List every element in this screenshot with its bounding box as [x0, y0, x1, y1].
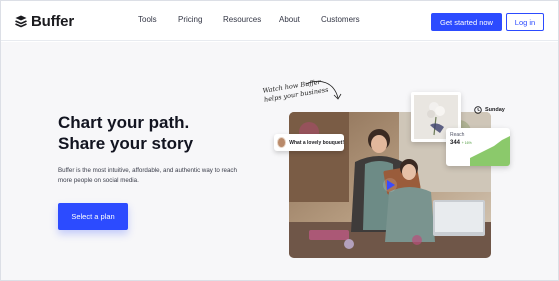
clock-icon: [474, 105, 482, 114]
arrow-icon: [305, 81, 342, 100]
nav-item-resources[interactable]: Resources: [223, 15, 261, 24]
reach-delta: + 16%: [461, 141, 472, 145]
nav-item-pricing[interactable]: Pricing: [178, 15, 202, 24]
logo-text: Buffer: [31, 12, 74, 30]
play-icon: [383, 178, 397, 192]
reach-value: 344 + 16%: [450, 140, 472, 146]
comment-text: What a lovely bouquet!: [289, 139, 344, 146]
top-navigation-bar: Buffer Tools Pricing Resources About Cus…: [1, 1, 558, 41]
buffer-logo[interactable]: Buffer: [15, 12, 74, 30]
nav-item-customers[interactable]: Customers: [321, 15, 360, 24]
reach-label: Reach: [450, 132, 465, 138]
nav-item-tools[interactable]: Tools: [138, 15, 157, 24]
schedule-day-text: Sunday: [485, 106, 505, 113]
buffer-logo-icon: [15, 15, 27, 27]
headline-line-2: Share your story: [58, 134, 194, 153]
hero-headline: Chart your path. Share your story: [58, 112, 248, 154]
login-button[interactable]: Log in: [506, 13, 544, 31]
reach-stats-card: Reach 344 + 16%: [446, 128, 510, 166]
get-started-button[interactable]: Get started now: [431, 13, 502, 31]
select-plan-button[interactable]: Select a plan: [58, 203, 128, 230]
avatar: [277, 137, 287, 148]
schedule-day: Sunday: [474, 103, 512, 116]
hero-subtext: Buffer is the most intuitive, affordable…: [58, 167, 237, 184]
headline-line-1: Chart your path.: [58, 113, 190, 132]
reach-number: 344: [450, 140, 461, 146]
comment-card: What a lovely bouquet!: [274, 134, 344, 151]
nav-item-about[interactable]: About: [279, 15, 300, 24]
